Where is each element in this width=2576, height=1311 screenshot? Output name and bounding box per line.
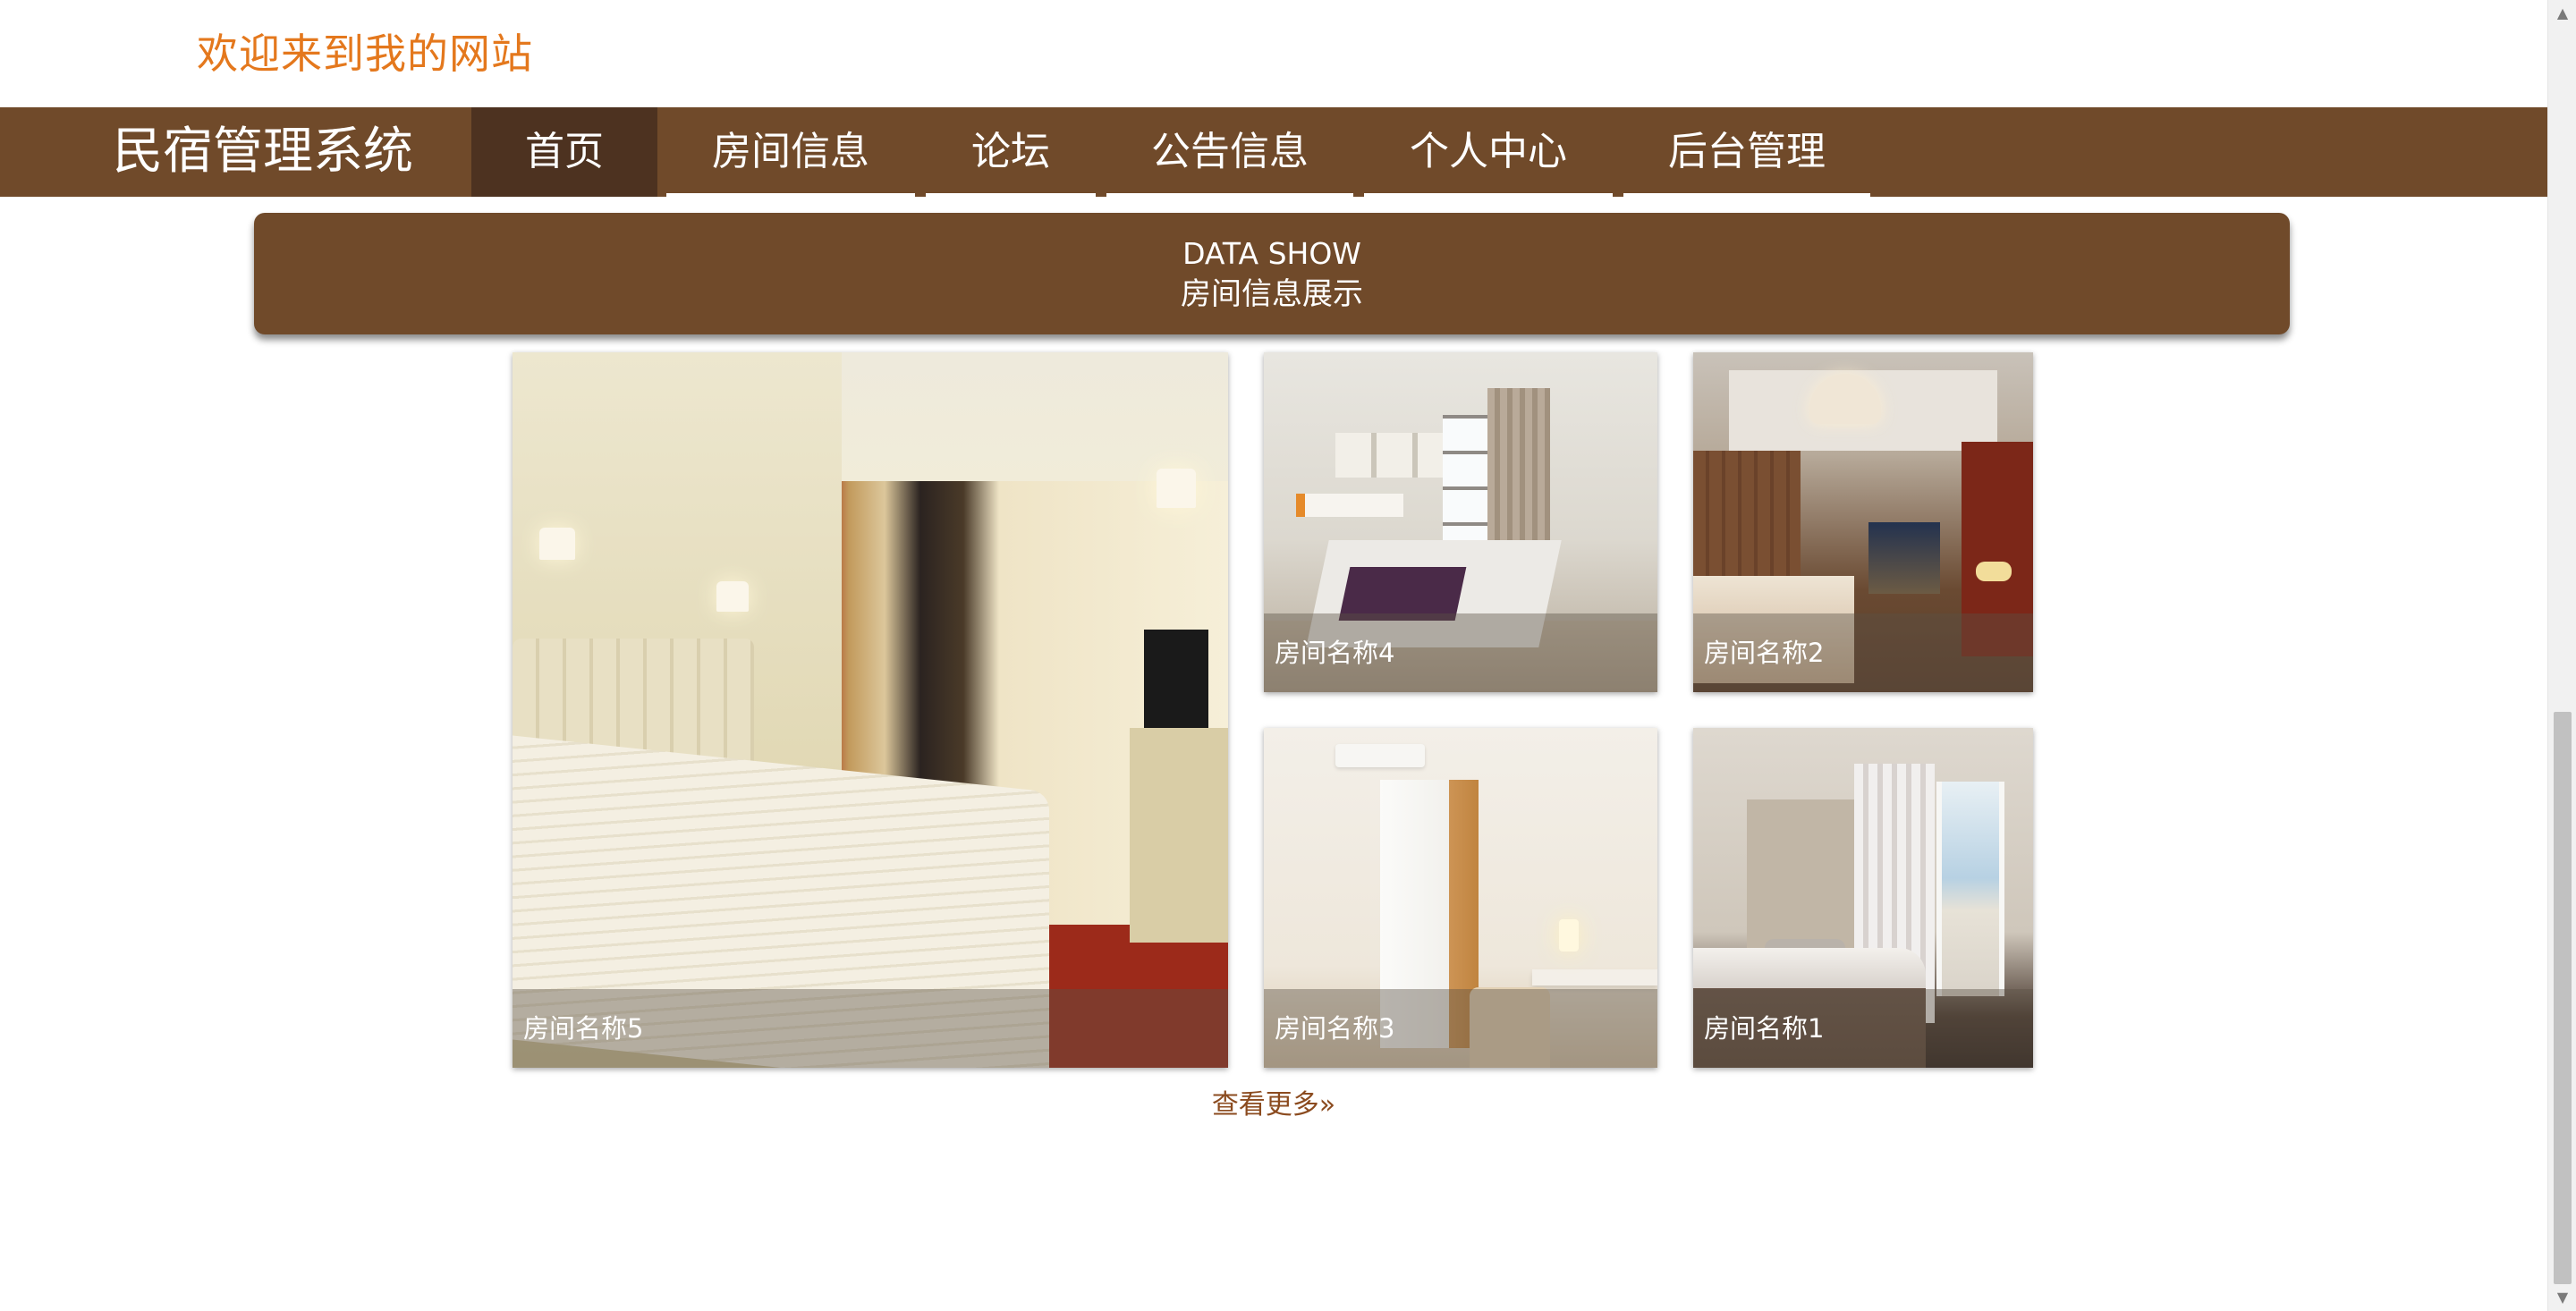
- nav-item-label: 后台管理: [1668, 129, 1826, 174]
- nav-item-label: 个人中心: [1410, 129, 1567, 174]
- room-name: 房间名称2: [1704, 638, 1825, 668]
- scrollbar-thumb[interactable]: [2554, 712, 2572, 1284]
- room-name: 房间名称1: [1704, 1013, 1825, 1044]
- photo-detail: [1532, 969, 1657, 985]
- room-caption: 房间名称2: [1693, 613, 2033, 692]
- room-card[interactable]: 房间名称2: [1693, 352, 2033, 692]
- photo-detail: [1936, 782, 2004, 996]
- nav-underline: [1106, 193, 1353, 197]
- nav-item-rooms[interactable]: 房间信息: [663, 107, 919, 197]
- section-title-en: DATA SHOW: [1182, 236, 1361, 271]
- nav-item-announcements[interactable]: 公告信息: [1103, 107, 1357, 197]
- photo-detail: [1144, 630, 1208, 728]
- nav-item-label: 论坛: [971, 129, 1050, 174]
- room-caption: 房间名称1: [1693, 989, 2033, 1068]
- room-name: 房间名称4: [1275, 638, 1395, 668]
- photo-detail: [1157, 469, 1196, 508]
- section-title-cn: 房间信息展示: [1181, 276, 1363, 312]
- nav-underline: [666, 193, 915, 197]
- room-photo: [513, 352, 1228, 1068]
- photo-detail: [716, 581, 749, 612]
- view-more-link[interactable]: 查看更多»: [0, 1087, 2547, 1123]
- nav-item-forum[interactable]: 论坛: [922, 107, 1099, 197]
- nav-underline: [1364, 193, 1613, 197]
- nav-item-label: 公告信息: [1151, 129, 1309, 174]
- photo-detail: [1296, 494, 1403, 517]
- photo-detail: [1747, 799, 1854, 952]
- photo-detail: [1976, 562, 2012, 581]
- site-brand[interactable]: 民宿管理系统: [113, 107, 413, 197]
- photo-detail: [1335, 433, 1461, 478]
- photo-detail: [1335, 744, 1425, 767]
- room-card[interactable]: 房间名称5: [513, 352, 1228, 1068]
- room-name: 房间名称5: [523, 1013, 644, 1044]
- section-header: DATA SHOW 房间信息展示: [254, 213, 2290, 334]
- nav-item-home[interactable]: 首页: [471, 107, 657, 197]
- photo-detail: [1868, 522, 1940, 594]
- page: 欢迎来到我的网站 民宿管理系统 首页 房间信息 论坛 公告信息 个人中心 后台管…: [0, 0, 2576, 1311]
- room-caption: 房间名称4: [1264, 613, 1657, 692]
- nav-item-admin[interactable]: 后台管理: [1620, 107, 1874, 197]
- photo-detail: [539, 528, 575, 560]
- nav-underline: [926, 193, 1096, 197]
- photo-detail: [1559, 919, 1579, 952]
- nav-item-label: 首页: [525, 129, 604, 174]
- nav-item-label: 房间信息: [712, 129, 869, 174]
- room-card[interactable]: 房间名称1: [1693, 728, 2033, 1068]
- scroll-up-arrow-icon[interactable]: ▲: [2548, 0, 2576, 27]
- room-card[interactable]: 房间名称4: [1264, 352, 1657, 692]
- scroll-down-arrow-icon[interactable]: ▼: [2548, 1284, 2576, 1311]
- room-name: 房间名称3: [1275, 1013, 1395, 1044]
- nav-item-profile[interactable]: 个人中心: [1360, 107, 1616, 197]
- photo-detail: [1130, 728, 1228, 943]
- room-card[interactable]: 房间名称3: [1264, 728, 1657, 1068]
- welcome-text: 欢迎来到我的网站: [197, 30, 533, 78]
- photo-detail: [1338, 567, 1467, 621]
- main-nav: 民宿管理系统 首页 房间信息 论坛 公告信息 个人中心 后台管理: [0, 107, 2547, 197]
- vertical-scrollbar[interactable]: ▲ ▼: [2547, 0, 2576, 1311]
- room-caption: 房间名称5: [513, 989, 1228, 1068]
- nav-underline: [1623, 193, 1870, 197]
- room-caption: 房间名称3: [1264, 989, 1657, 1068]
